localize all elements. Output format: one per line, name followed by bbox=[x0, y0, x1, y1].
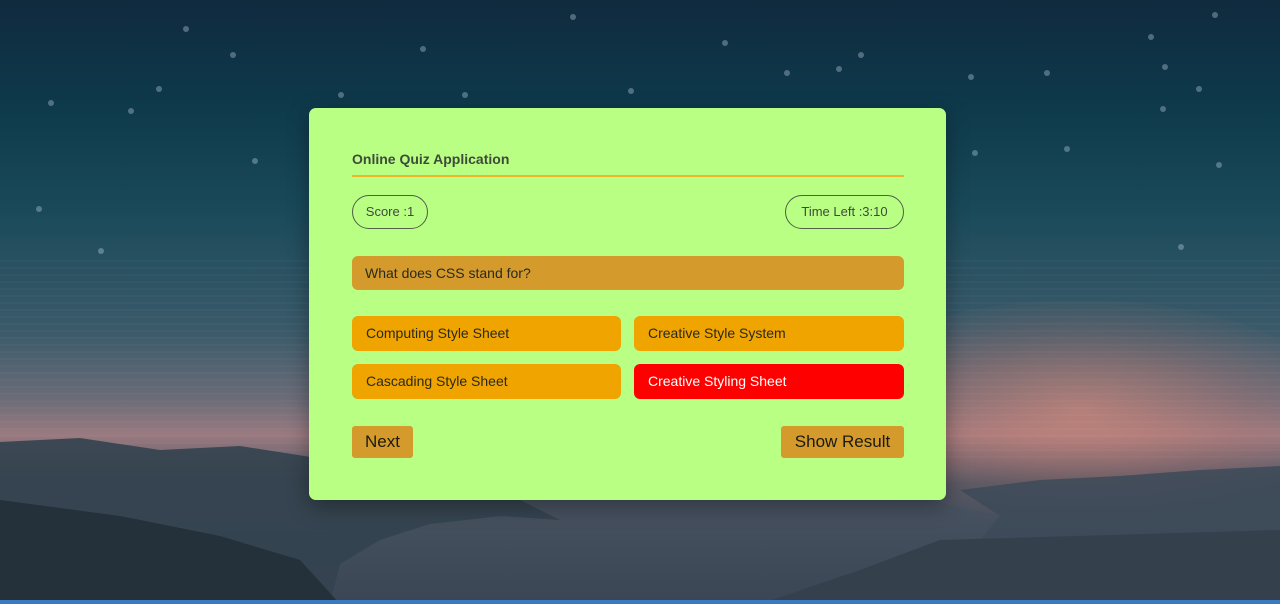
star bbox=[252, 158, 258, 164]
star bbox=[1162, 64, 1168, 70]
star bbox=[968, 74, 974, 80]
star bbox=[570, 14, 576, 20]
score-badge: Score :1 bbox=[352, 195, 428, 229]
star bbox=[420, 46, 426, 52]
star bbox=[1148, 34, 1154, 40]
star bbox=[1064, 146, 1070, 152]
question-text: What does CSS stand for? bbox=[352, 256, 904, 290]
star bbox=[1160, 106, 1166, 112]
star bbox=[462, 92, 468, 98]
star bbox=[338, 92, 344, 98]
answer-option-2[interactable]: Creative Style System bbox=[634, 316, 904, 351]
page-title: Online Quiz Application bbox=[352, 151, 510, 167]
star bbox=[48, 100, 54, 106]
star bbox=[98, 248, 104, 254]
bottom-accent-bar bbox=[0, 600, 1280, 604]
star bbox=[1196, 86, 1202, 92]
star bbox=[128, 108, 134, 114]
star bbox=[836, 66, 842, 72]
star bbox=[722, 40, 728, 46]
star bbox=[230, 52, 236, 58]
next-button[interactable]: Next bbox=[352, 426, 413, 458]
star bbox=[156, 86, 162, 92]
star bbox=[628, 88, 634, 94]
title-divider bbox=[352, 175, 904, 177]
quiz-card: Online Quiz Application Score :1 Time Le… bbox=[309, 108, 946, 500]
star bbox=[1178, 244, 1184, 250]
star bbox=[36, 206, 42, 212]
show-result-button[interactable]: Show Result bbox=[781, 426, 904, 458]
answer-option-1[interactable]: Computing Style Sheet bbox=[352, 316, 621, 351]
star bbox=[1044, 70, 1050, 76]
star bbox=[972, 150, 978, 156]
star bbox=[784, 70, 790, 76]
star bbox=[1216, 162, 1222, 168]
timer-badge: Time Left :3:10 bbox=[785, 195, 904, 229]
answer-option-3[interactable]: Cascading Style Sheet bbox=[352, 364, 621, 399]
star bbox=[858, 52, 864, 58]
star bbox=[183, 26, 189, 32]
star bbox=[1212, 12, 1218, 18]
answer-option-4[interactable]: Creative Styling Sheet bbox=[634, 364, 904, 399]
